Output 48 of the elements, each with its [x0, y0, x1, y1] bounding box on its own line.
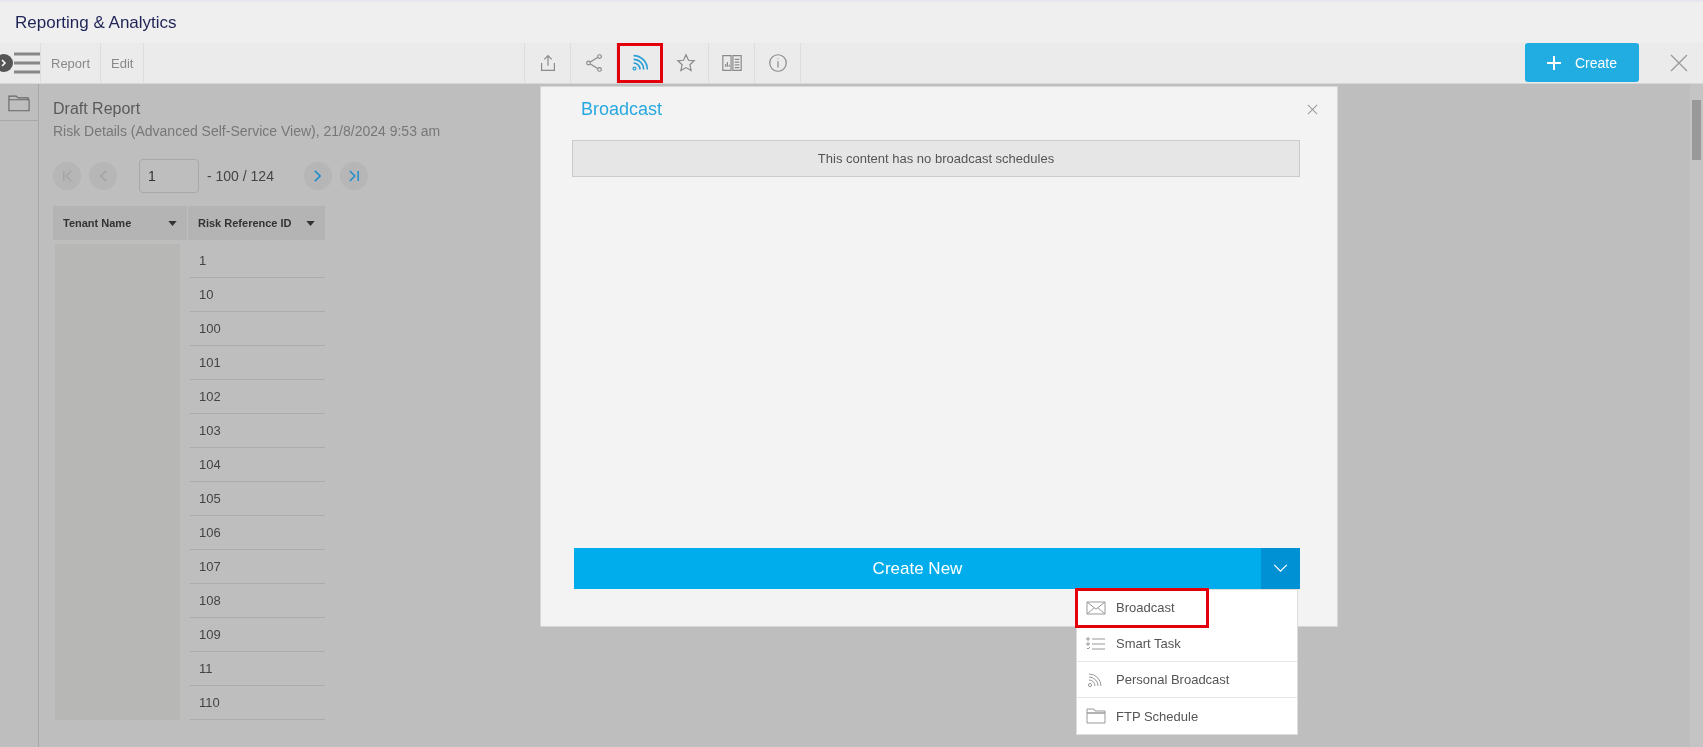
star-icon — [674, 52, 697, 74]
menu-item[interactable]: Broadcast — [1077, 590, 1207, 626]
table-cell: 104 — [190, 448, 325, 482]
menu-item[interactable]: Personal Broadcast — [1077, 662, 1297, 698]
close-icon[interactable] — [1307, 104, 1318, 115]
rss-toolbar-button[interactable] — [617, 43, 664, 83]
folder-icon — [1086, 708, 1106, 724]
dropdown-toggle[interactable] — [1261, 548, 1300, 589]
column-header[interactable]: Risk Reference ID — [188, 206, 325, 240]
page-range: - 100 / 124 — [207, 168, 274, 184]
table-cell: 102 — [190, 380, 325, 414]
report-subtitle: Risk Details (Advanced Self-Service View), 21/8/2024 9:53 am — [53, 123, 441, 139]
table-cell: 100 — [190, 312, 325, 346]
table-cell: 109 — [190, 618, 325, 652]
table-cell: 110 — [190, 686, 325, 720]
chevron-right-icon — [314, 170, 322, 182]
table-cell: 108 — [190, 584, 325, 618]
scrollbar[interactable] — [1690, 84, 1703, 747]
next-page-button[interactable] — [303, 162, 332, 190]
last-page-button[interactable] — [339, 162, 368, 190]
info-icon — [766, 52, 789, 74]
page-input[interactable]: 1 — [139, 159, 199, 193]
menu-item[interactable]: FTP Schedule — [1077, 698, 1297, 734]
table-cell: 10 — [190, 278, 325, 312]
plus-icon — [1547, 55, 1561, 70]
menu-item[interactable]: Smart Task — [1077, 626, 1297, 662]
chevron-down-icon — [1273, 564, 1288, 573]
table-cell: 1 — [190, 244, 325, 278]
folder-icon[interactable] — [8, 92, 30, 112]
report-title: Draft Report — [53, 100, 141, 118]
last-page-icon — [348, 170, 359, 182]
column-header[interactable]: Tenant Name — [53, 206, 187, 240]
table-cell: 107 — [190, 550, 325, 584]
checklist-icon — [1086, 635, 1106, 652]
envelope-icon — [1086, 599, 1106, 616]
book-icon — [720, 52, 743, 74]
empty-message: This content has no broadcast schedules — [572, 140, 1300, 177]
app-title: Reporting & Analytics — [15, 12, 177, 33]
table-cell: 101 — [190, 346, 325, 380]
table-cell: 11 — [190, 652, 325, 686]
menu-icon[interactable] — [0, 51, 40, 75]
table-cell: 106 — [190, 516, 325, 550]
table-cell: 103 — [190, 414, 325, 448]
sort-caret-icon[interactable] — [306, 220, 315, 226]
dialog-title: Broadcast — [581, 99, 663, 120]
close-icon[interactable] — [1669, 53, 1689, 73]
sort-caret-icon[interactable] — [168, 220, 177, 226]
table-cell: 105 — [190, 482, 325, 516]
